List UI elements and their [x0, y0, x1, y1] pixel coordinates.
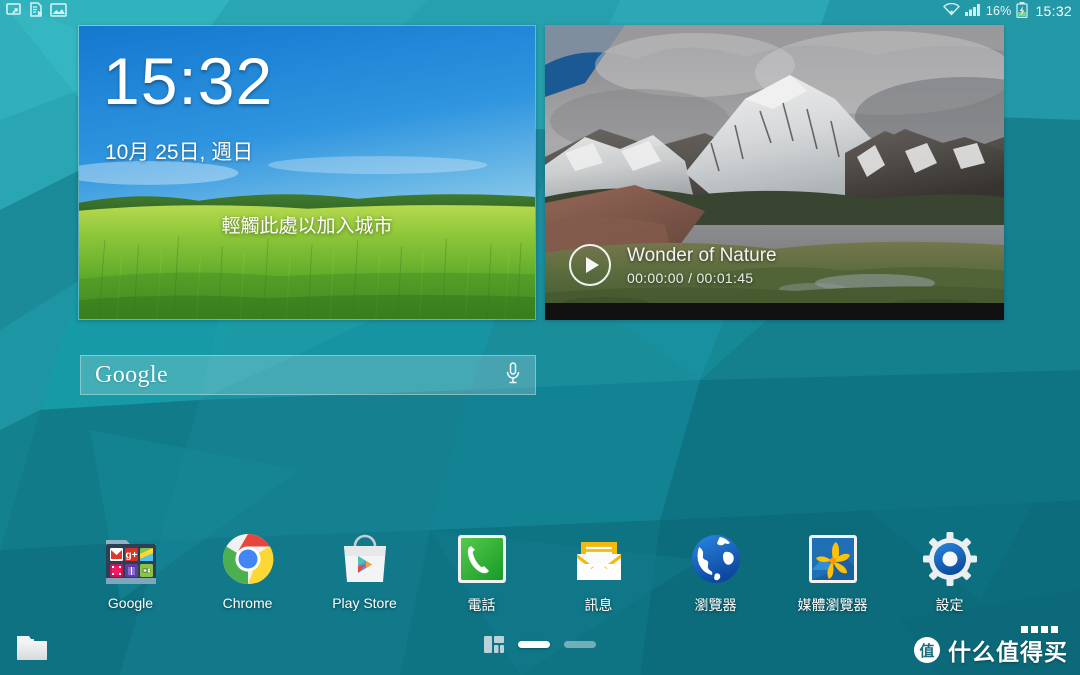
- app-label: Chrome: [222, 595, 273, 611]
- status-bar[interactable]: 16% 15:32: [0, 0, 1080, 22]
- video-letterbox-bar: [545, 303, 1004, 320]
- browser-globe-icon: [687, 530, 745, 588]
- phone-icon: [453, 530, 511, 588]
- app-label: Play Store: [332, 595, 397, 611]
- home-grid-icon[interactable]: [484, 636, 504, 653]
- app-browser[interactable]: 瀏覽器: [657, 530, 774, 615]
- battery-percent-label: 16%: [985, 4, 1012, 18]
- status-bar-clock: 15:32: [1035, 3, 1072, 19]
- video-metadata: Wonder of Nature 00:00:00 / 00:01:45: [627, 245, 777, 286]
- app-label: Google: [107, 595, 154, 611]
- app-phone[interactable]: 電話: [423, 530, 540, 615]
- page-indicator-1[interactable]: [518, 641, 550, 648]
- screen-mirror-icon: [6, 2, 22, 20]
- microphone-icon[interactable]: [505, 361, 521, 390]
- media-browser-icon: [804, 530, 862, 588]
- document-error-icon: [29, 2, 43, 20]
- watermark-badge: 值: [914, 637, 940, 663]
- play-icon[interactable]: [569, 244, 611, 286]
- status-bar-notifications[interactable]: [6, 2, 67, 20]
- play-store-icon: [336, 530, 394, 588]
- wifi-icon: [942, 2, 960, 20]
- cellular-signal-icon: [964, 3, 981, 20]
- google-folder-icon: g+: [102, 530, 160, 588]
- app-label: 瀏覽器: [694, 597, 737, 613]
- app-settings[interactable]: 設定: [891, 530, 1008, 615]
- app-label: 訊息: [584, 597, 613, 613]
- app-google-folder[interactable]: g+ Google: [72, 530, 189, 611]
- watermark: 值 什么值得买: [914, 626, 1068, 667]
- status-bar-system[interactable]: 16% 15:32: [942, 1, 1072, 21]
- add-city-hint[interactable]: 輕觸此處以加入城市: [79, 211, 535, 238]
- app-label: 設定: [935, 597, 964, 613]
- google-logo: Google: [95, 361, 169, 388]
- watermark-dots: [1021, 626, 1058, 633]
- app-dock[interactable]: g+ Google Chrome Play Store 電話 訊息 瀏覽器 媒體…: [0, 530, 1080, 622]
- app-play-store[interactable]: Play Store: [306, 530, 423, 611]
- app-label: 電話: [467, 597, 496, 613]
- app-chrome[interactable]: Chrome: [189, 530, 306, 611]
- settings-gear-icon: [921, 530, 979, 588]
- video-player-widget[interactable]: Wonder of Nature 00:00:00 / 00:01:45: [545, 25, 1004, 320]
- clock-widget-time: 15:32: [103, 44, 274, 118]
- video-controls[interactable]: Wonder of Nature 00:00:00 / 00:01:45: [569, 244, 777, 286]
- page-indicator-2[interactable]: [564, 641, 596, 648]
- svg-text:g+: g+: [125, 550, 137, 561]
- battery-charging-icon: [1016, 1, 1029, 21]
- watermark-text: 什么值得买: [948, 639, 1068, 665]
- image-icon: [50, 2, 67, 20]
- clock-widget-date: 10月 25日, 週日: [105, 141, 254, 164]
- app-label: 媒體瀏覽器: [797, 597, 868, 613]
- google-search-bar[interactable]: Google: [80, 355, 536, 395]
- app-messages[interactable]: 訊息: [540, 530, 657, 615]
- messages-icon: [570, 530, 628, 588]
- video-time-display: 00:00:00 / 00:01:45: [627, 269, 754, 286]
- clock-weather-widget[interactable]: 15:32 10月 25日, 週日 輕觸此處以加入城市: [78, 25, 536, 320]
- video-title: Wonder of Nature: [627, 244, 777, 266]
- chrome-icon: [219, 530, 277, 588]
- app-media-browser[interactable]: 媒體瀏覽器: [774, 530, 891, 615]
